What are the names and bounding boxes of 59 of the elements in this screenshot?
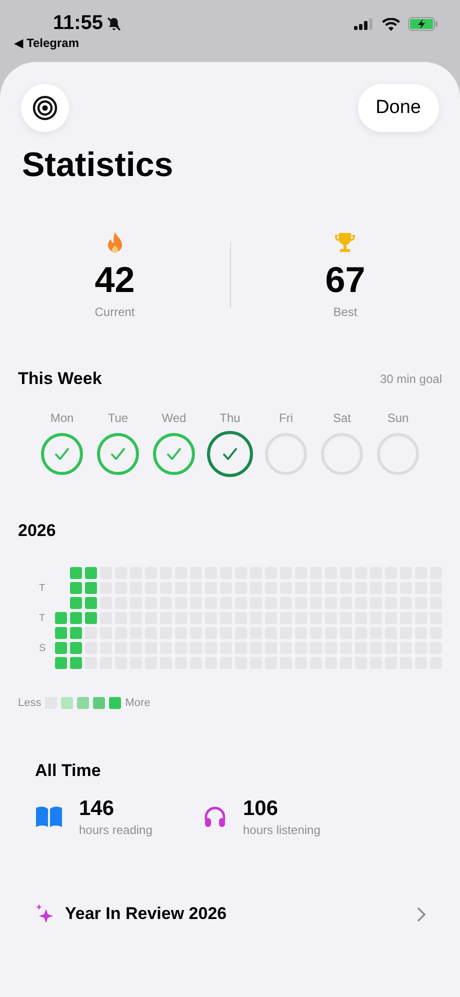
target-button[interactable]: [21, 84, 69, 132]
section-title: This Week: [18, 369, 102, 389]
page-title: Statistics: [22, 146, 174, 185]
weekday-label: T: [39, 582, 46, 594]
heatmap-cell: [70, 612, 82, 624]
day-label: Sat: [332, 411, 351, 425]
legend-label: Less: [18, 697, 42, 709]
day-label: Mon: [50, 411, 74, 425]
section-title: 2026: [18, 521, 56, 541]
weekday-label: S: [39, 642, 46, 654]
target-icon: [32, 95, 58, 121]
section-title: All Time: [35, 761, 101, 780]
check-icon: [222, 447, 238, 461]
legend-label: More: [125, 697, 150, 709]
heatmap-cell: [55, 657, 67, 669]
day-label: Sun: [387, 411, 409, 425]
heatmap-cell: [55, 612, 67, 624]
stat-value: 146: [79, 797, 116, 821]
heatmap-cell: [55, 627, 67, 639]
stat-value: 106: [243, 797, 280, 821]
heatmap-cell: [55, 642, 67, 654]
status-time: 11:55: [53, 12, 104, 35]
trophy-icon: [333, 231, 358, 255]
sparkles-icon: [35, 903, 55, 925]
year-review-row[interactable]: Year In Review 2026: [35, 903, 426, 925]
chevron-right-icon: [417, 906, 426, 922]
day-label: Thu: [220, 411, 240, 425]
headphones-icon: [203, 805, 227, 829]
streak-value: 42: [94, 259, 135, 301]
day-label: Wed: [162, 411, 186, 425]
weekday-label: T: [39, 612, 46, 624]
wifi-icon: [382, 18, 400, 30]
signal-icon: [354, 18, 374, 30]
heatmap-cell: [70, 567, 82, 579]
day-label: Fri: [279, 411, 293, 425]
heatmap-cell: [70, 597, 82, 609]
check-icon: [54, 447, 70, 461]
streak-label: Current: [94, 305, 135, 319]
heatmap-cell: [85, 612, 97, 624]
year-review-label: Year In Review 2026: [65, 904, 228, 924]
done-button[interactable]: Done: [358, 84, 439, 132]
heatmap-cell: [70, 582, 82, 594]
heatmap-cell: [70, 627, 82, 639]
stat-label: hours listening: [243, 823, 320, 837]
day-label: Tue: [108, 411, 128, 425]
battery-charging-icon: [408, 17, 438, 31]
stat-label: hours reading: [79, 823, 152, 837]
check-icon: [110, 447, 126, 461]
heatmap-cell: [85, 567, 97, 579]
book-icon: [35, 805, 63, 827]
heatmap-cell: [70, 657, 82, 669]
goal-label: 30 min goal: [380, 372, 442, 386]
heatmap-cell: [70, 642, 82, 654]
streak-value: 67: [325, 259, 366, 301]
back-to-app-link[interactable]: ◀ Telegram: [14, 36, 122, 50]
streak-label: Best: [333, 305, 358, 319]
heatmap-cell: [85, 582, 97, 594]
heatmap-cell: [85, 597, 97, 609]
check-icon: [166, 447, 182, 461]
